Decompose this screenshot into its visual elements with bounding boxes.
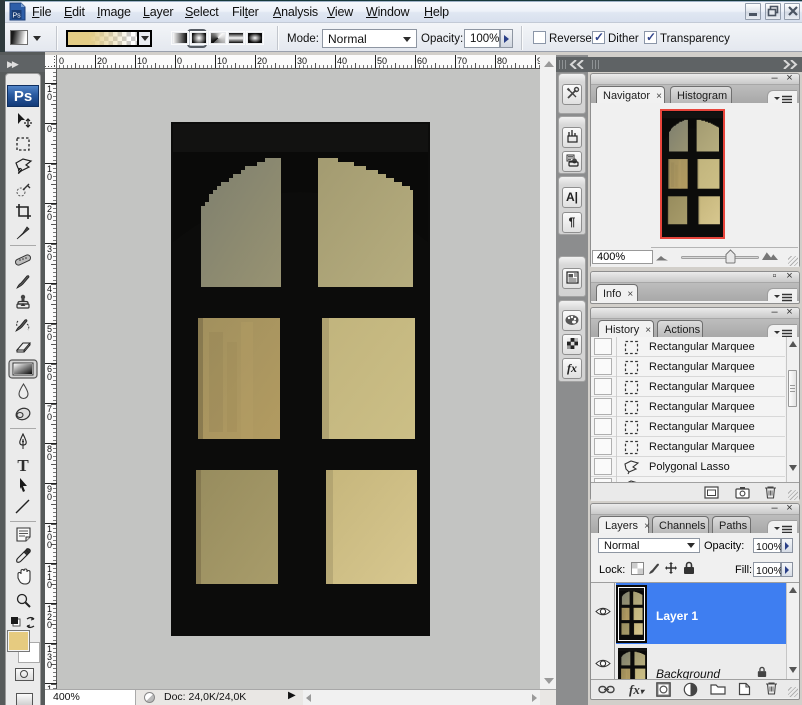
- svg-text:Ps: Ps: [13, 13, 22, 20]
